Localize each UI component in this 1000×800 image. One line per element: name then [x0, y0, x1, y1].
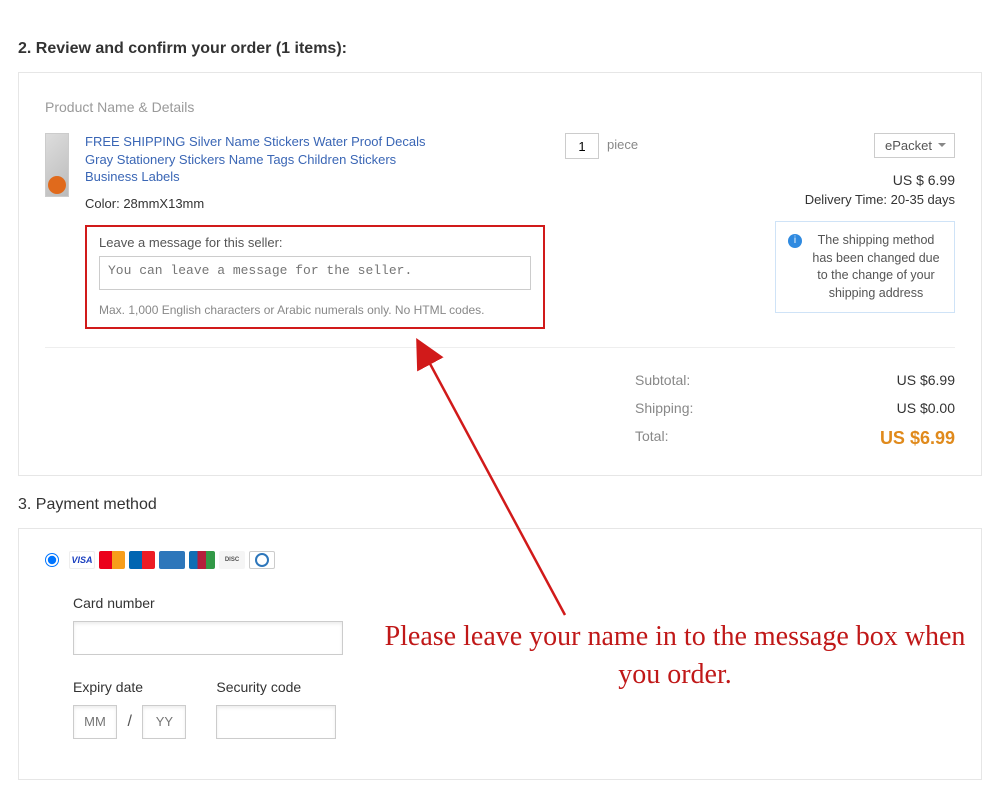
product-title-link[interactable]: FREE SHIPPING Silver Name Stickers Water…	[85, 133, 445, 186]
shipping-value: US $0.00	[897, 400, 955, 416]
delivery-label: Delivery Time:	[805, 192, 887, 207]
variant-value: 28mmX13mm	[123, 196, 204, 211]
seller-message-input[interactable]	[99, 256, 531, 290]
security-code-input[interactable]	[216, 705, 336, 739]
message-label: Leave a message for this seller:	[99, 235, 531, 250]
shipping-change-notice: i The shipping method has been changed d…	[775, 221, 955, 313]
subtotal-value: US $6.99	[897, 372, 955, 388]
card-number-label: Card number	[73, 595, 955, 611]
maestro-icon	[129, 551, 155, 569]
delivery-value: 20-35 days	[891, 192, 955, 207]
order-totals: Subtotal: US $6.99 Shipping: US $0.00 To…	[45, 366, 955, 455]
review-panel: Product Name & Details FREE SHIPPING Sil…	[18, 72, 982, 476]
info-icon: i	[788, 234, 802, 248]
product-variant: Color: 28mmX13mm	[85, 196, 545, 211]
payment-heading: 3. Payment method	[18, 496, 982, 514]
message-hint: Max. 1,000 English characters or Arabic …	[99, 303, 531, 317]
subtotal-label: Subtotal:	[635, 372, 690, 388]
card-payment-radio[interactable]	[45, 553, 59, 567]
quantity-unit: piece	[607, 133, 638, 152]
expiry-month-input[interactable]	[73, 705, 117, 739]
expiry-slash: /	[127, 713, 131, 730]
review-heading: 2. Review and confirm your order (1 item…	[18, 40, 982, 58]
mastercard-icon	[99, 551, 125, 569]
item-price: US $ 6.99	[695, 172, 955, 188]
product-details-label: Product Name & Details	[45, 99, 955, 115]
total-label: Total:	[635, 428, 668, 449]
order-item-row: FREE SHIPPING Silver Name Stickers Water…	[45, 133, 955, 348]
shipping-method-select[interactable]: ePacket	[874, 133, 955, 158]
security-code-label: Security code	[216, 679, 336, 695]
expiry-label: Expiry date	[73, 679, 186, 695]
product-thumbnail[interactable]	[45, 133, 69, 197]
total-value: US $6.99	[880, 428, 955, 449]
card-number-input[interactable]	[73, 621, 343, 655]
discover-icon: DISC	[219, 551, 245, 569]
seller-message-block: Leave a message for this seller: Max. 1,…	[85, 225, 545, 329]
card-logos: VISA DISC	[69, 551, 275, 569]
shipping-label: Shipping:	[635, 400, 693, 416]
delivery-time: Delivery Time: 20-35 days	[695, 192, 955, 207]
visa-icon: VISA	[69, 551, 95, 569]
expiry-year-input[interactable]	[142, 705, 186, 739]
amex-icon	[159, 551, 185, 569]
variant-label: Color:	[85, 196, 120, 211]
annotation-text: Please leave your name in to the message…	[370, 618, 980, 694]
jcb-icon	[189, 551, 215, 569]
quantity-input[interactable]	[565, 133, 599, 159]
diners-icon	[249, 551, 275, 569]
notice-text: The shipping method has been changed due…	[810, 232, 942, 302]
